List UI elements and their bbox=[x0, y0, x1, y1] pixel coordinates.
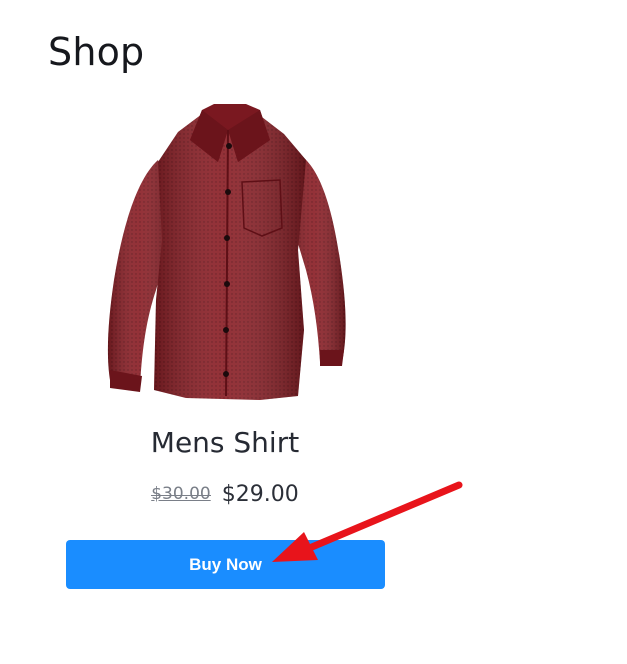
shirt-image bbox=[107, 104, 346, 400]
product-image[interactable] bbox=[66, 100, 384, 416]
sale-price: $29.00 bbox=[221, 482, 299, 507]
price-row: $30.00 $29.00 bbox=[66, 482, 384, 507]
buy-now-button[interactable]: Buy Now bbox=[66, 540, 385, 589]
page-title: Shop bbox=[48, 30, 145, 74]
product-card: Mens Shirt $30.00 $29.00 Buy Now bbox=[66, 100, 386, 600]
original-price: $30.00 bbox=[151, 484, 211, 504]
product-name[interactable]: Mens Shirt bbox=[66, 426, 384, 459]
